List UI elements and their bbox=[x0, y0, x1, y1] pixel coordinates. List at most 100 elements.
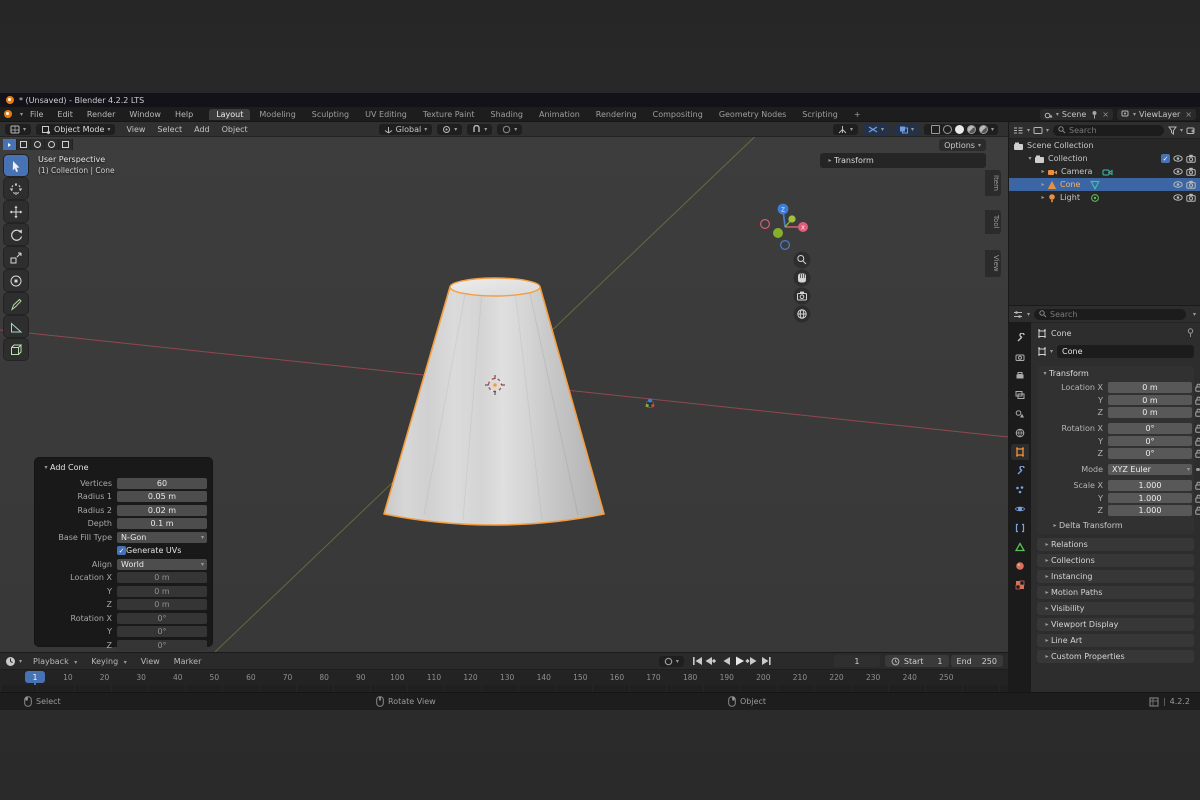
viewport-3d[interactable]: Z X bbox=[0, 137, 1008, 652]
field-vertices[interactable]: 60 bbox=[117, 478, 207, 489]
timeline-editor-icon[interactable] bbox=[5, 656, 16, 667]
camera-visibility-icon[interactable] bbox=[1186, 180, 1196, 189]
timeline-menu-keying[interactable]: Keying ▾ bbox=[84, 657, 133, 666]
lock-icon[interactable] bbox=[1195, 396, 1200, 405]
timeline-ruler[interactable]: 1102030405060708090100110120130140150160… bbox=[0, 670, 1008, 685]
field-z[interactable]: 0 m bbox=[117, 599, 207, 610]
menu-window[interactable]: Window bbox=[122, 110, 168, 119]
camera-visibility-icon[interactable] bbox=[1186, 193, 1196, 202]
shading-solid-button[interactable] bbox=[955, 125, 964, 134]
lock-icon[interactable] bbox=[1195, 437, 1200, 446]
properties-tab-object[interactable] bbox=[1011, 444, 1029, 460]
axis-neg-z[interactable] bbox=[781, 241, 790, 250]
field-z[interactable]: 0° bbox=[117, 640, 207, 651]
eye-toggle[interactable] bbox=[1173, 180, 1183, 189]
properties-tab-modifiers[interactable] bbox=[1011, 463, 1029, 479]
field-y[interactable]: 0 m bbox=[117, 586, 207, 597]
lock-icon[interactable] bbox=[1195, 408, 1200, 417]
checkbox-icon[interactable]: ✓ bbox=[117, 546, 126, 555]
new-collection-icon[interactable] bbox=[1186, 126, 1196, 135]
gizmos-toggle[interactable]: ▾ bbox=[833, 124, 858, 135]
display-mode-icon[interactable] bbox=[1033, 126, 1043, 135]
tool-add-primitive[interactable] bbox=[4, 339, 28, 360]
properties-tab-output[interactable] bbox=[1011, 368, 1029, 384]
pin-icon[interactable] bbox=[1187, 328, 1194, 338]
jump-end-button[interactable] bbox=[762, 657, 771, 665]
lock-icon[interactable] bbox=[1195, 481, 1200, 490]
lock-icon[interactable] bbox=[1195, 506, 1200, 515]
workspace-tab-animation[interactable]: Animation bbox=[532, 109, 587, 120]
section-instancing[interactable]: ▸Instancing bbox=[1037, 570, 1194, 583]
shading-material-button[interactable] bbox=[967, 125, 976, 134]
perspective-toggle-button[interactable] bbox=[794, 306, 811, 323]
section-motion-paths[interactable]: ▸Motion Paths bbox=[1037, 586, 1194, 599]
properties-tab-texture[interactable] bbox=[1011, 577, 1029, 593]
viewport-menu-select[interactable]: Select bbox=[151, 125, 188, 134]
field-rotation-x[interactable]: 0° bbox=[117, 613, 207, 624]
outliner-search[interactable]: Search bbox=[1053, 125, 1164, 136]
camera-view-button[interactable] bbox=[794, 288, 811, 305]
lock-icon[interactable] bbox=[1195, 494, 1200, 503]
play-reverse-button[interactable] bbox=[723, 657, 730, 665]
select-mode-paint[interactable] bbox=[59, 139, 73, 150]
viewport-menu-view[interactable]: View bbox=[120, 125, 151, 134]
shading-wireframe-sphere-button[interactable] bbox=[943, 125, 952, 134]
outliner-row-collection[interactable]: ▾Collection✓ bbox=[1009, 152, 1200, 165]
properties-tab-object-data[interactable] bbox=[1011, 539, 1029, 555]
frame-start-field[interactable]: Start 1 bbox=[885, 655, 949, 667]
checkbox-icon[interactable]: ✓ bbox=[1161, 154, 1170, 163]
cone-object[interactable] bbox=[384, 278, 604, 525]
timeline-menu-view[interactable]: View bbox=[134, 657, 167, 666]
overlays-toggle[interactable]: ▾ bbox=[863, 124, 889, 135]
viewport-menu-object[interactable]: Object bbox=[216, 125, 254, 134]
transform-panel-header[interactable]: ▾ Transform bbox=[1041, 369, 1190, 378]
eye-toggle[interactable] bbox=[1173, 167, 1183, 176]
select-mode-box[interactable] bbox=[17, 139, 31, 150]
npanel-tab-view[interactable]: View bbox=[985, 250, 1001, 277]
workspace-tab-rendering[interactable]: Rendering bbox=[589, 109, 644, 120]
jump-start-button[interactable] bbox=[693, 657, 702, 665]
object-name-field[interactable]: Cone bbox=[1057, 345, 1194, 358]
properties-tab-particles[interactable] bbox=[1011, 482, 1029, 498]
properties-tab-tool[interactable] bbox=[1011, 330, 1029, 346]
workspace-tab-compositing[interactable]: Compositing bbox=[646, 109, 710, 120]
properties-tab-scene[interactable] bbox=[1011, 406, 1029, 422]
eye-icon[interactable] bbox=[1173, 167, 1183, 176]
close-icon[interactable]: × bbox=[1102, 110, 1109, 119]
section-custom-properties[interactable]: ▸Custom Properties bbox=[1037, 650, 1194, 663]
tool-cursor[interactable] bbox=[4, 178, 28, 199]
eye-icon[interactable] bbox=[1173, 193, 1183, 202]
properties-tab-material[interactable] bbox=[1011, 558, 1029, 574]
tool-transform[interactable] bbox=[4, 270, 28, 291]
zoom-button[interactable] bbox=[794, 252, 811, 269]
eye-toggle[interactable] bbox=[1173, 154, 1183, 163]
workspace-tab-sculpting[interactable]: Sculpting bbox=[305, 109, 356, 120]
orientation-selector[interactable]: Global ▾ bbox=[379, 124, 433, 135]
workspace-tab-scripting[interactable]: Scripting bbox=[795, 109, 845, 120]
menu-edit[interactable]: Edit bbox=[50, 110, 80, 119]
field-z[interactable]: 0 m bbox=[1108, 407, 1192, 418]
properties-tab-view-layer[interactable] bbox=[1011, 387, 1029, 403]
outliner-row-light[interactable]: ▸Light bbox=[1009, 191, 1200, 204]
lock-icon[interactable] bbox=[1195, 424, 1200, 433]
properties-tab-constraints[interactable] bbox=[1011, 520, 1029, 536]
close-icon[interactable]: × bbox=[1185, 110, 1192, 119]
navigation-gizmo[interactable]: Z X bbox=[761, 204, 808, 250]
tool-annotate[interactable] bbox=[4, 293, 28, 314]
shading-rendered-button[interactable] bbox=[979, 125, 988, 134]
camera-toggle[interactable] bbox=[1186, 167, 1196, 176]
field-radius-1[interactable]: 0.05 m bbox=[117, 491, 207, 502]
lock-icon[interactable] bbox=[1195, 449, 1200, 458]
properties-search[interactable]: Search bbox=[1034, 309, 1186, 320]
workspace-tab-uv-editing[interactable]: UV Editing bbox=[358, 109, 414, 120]
properties-tab-physics[interactable] bbox=[1011, 501, 1029, 517]
section-visibility[interactable]: ▸Visibility bbox=[1037, 602, 1194, 615]
eye-toggle[interactable] bbox=[1173, 193, 1183, 202]
options-button[interactable]: Options ▾ bbox=[939, 139, 986, 151]
field-scale-x[interactable]: 1.000 bbox=[1108, 480, 1192, 491]
field-y[interactable]: 0 m bbox=[1108, 395, 1192, 406]
pivot-point-button[interactable]: ▾ bbox=[437, 124, 462, 135]
npanel-tab-tool[interactable]: Tool bbox=[985, 210, 1001, 234]
pin-icon[interactable] bbox=[1091, 110, 1098, 119]
axis-neg-x[interactable] bbox=[761, 220, 770, 229]
